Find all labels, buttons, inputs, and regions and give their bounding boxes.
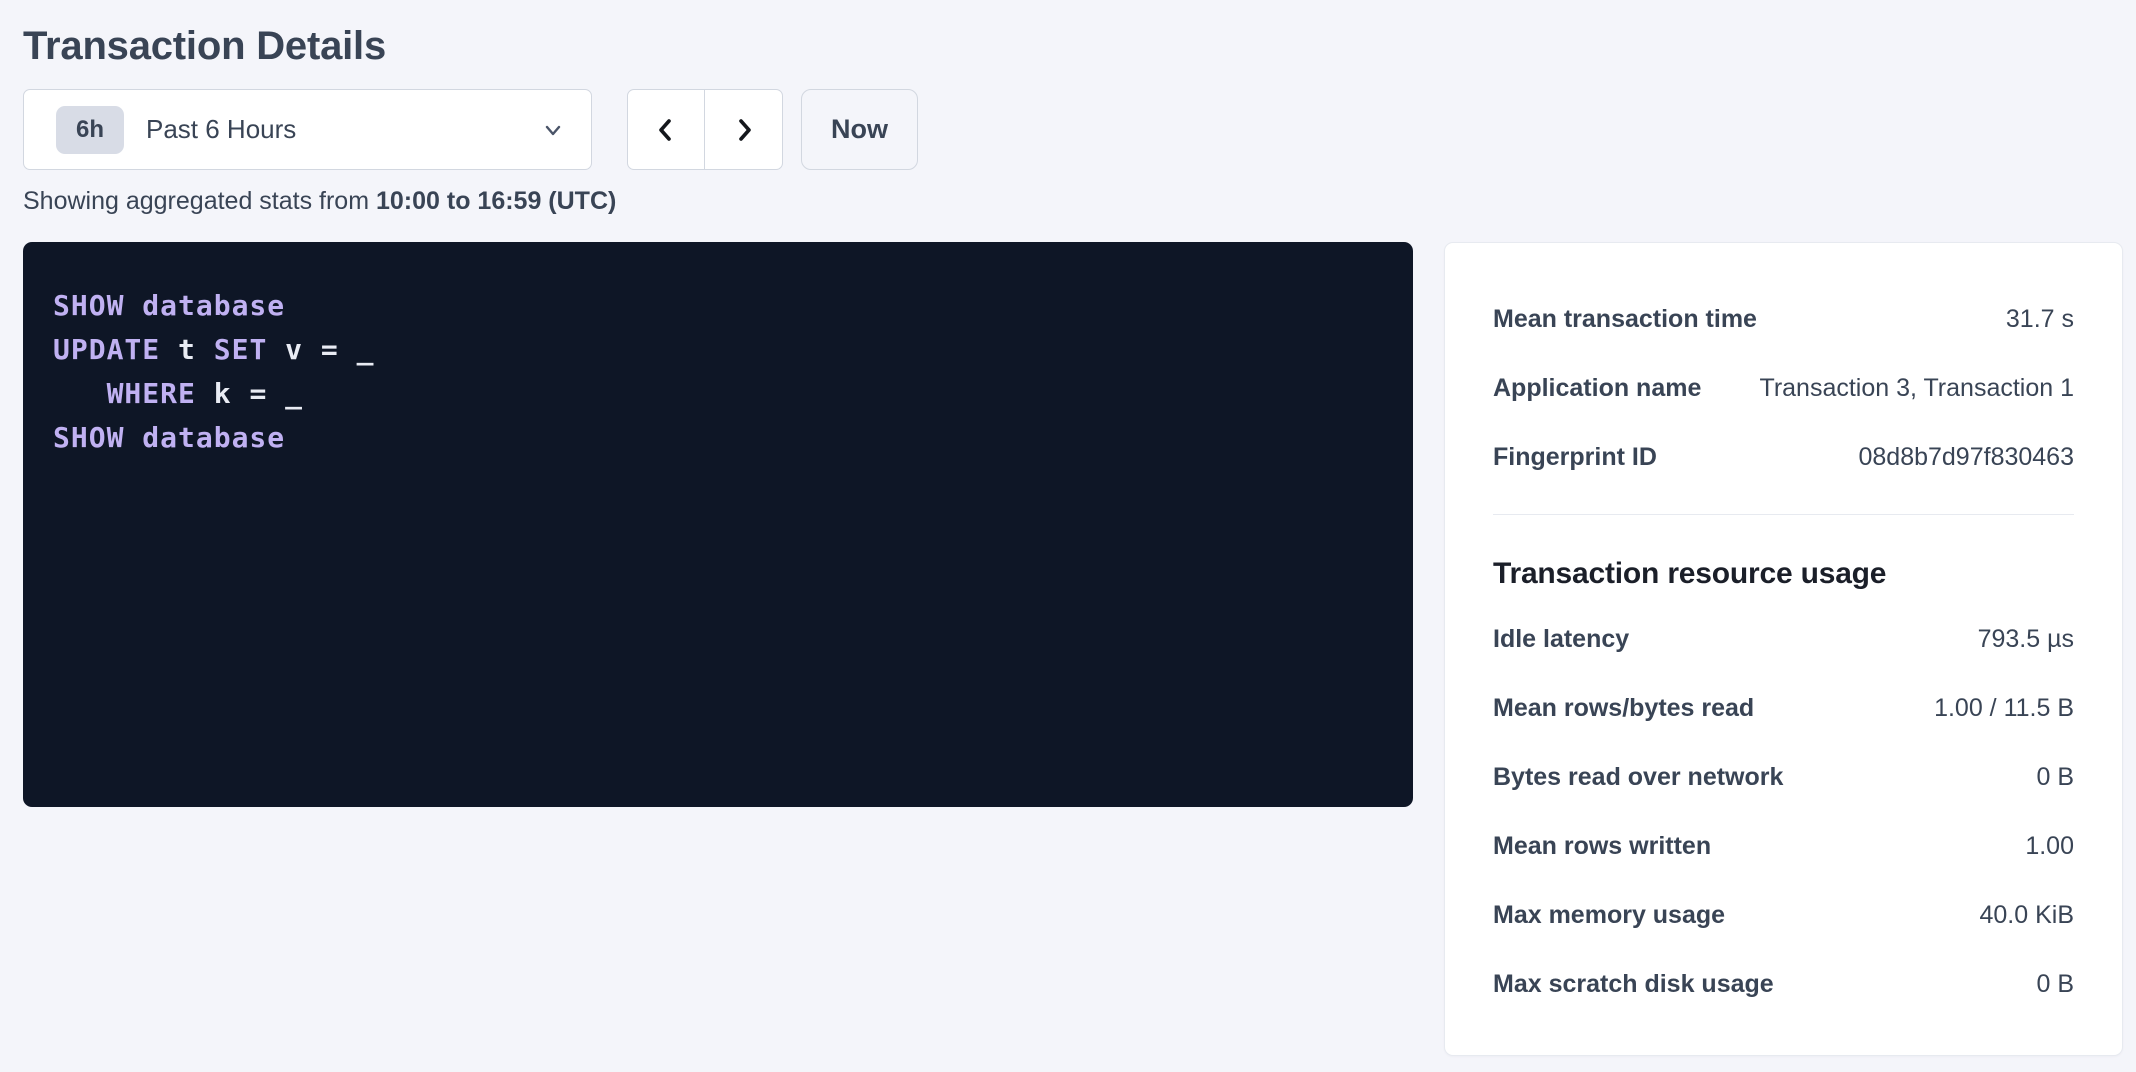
next-time-button[interactable] (705, 90, 782, 169)
chevron-right-icon (730, 116, 758, 144)
detail-label: Max memory usage (1493, 901, 1725, 930)
chevron-down-icon (541, 118, 565, 142)
detail-label: Fingerprint ID (1493, 443, 1657, 472)
time-toolbar: 6h Past 6 Hours Now (23, 89, 2123, 170)
detail-label: Max scratch disk usage (1493, 970, 1774, 999)
sql-code: SHOW databaseUPDATE t SET v = _ WHERE k … (53, 284, 1383, 460)
detail-value: Transaction 3, Transaction 1 (1759, 374, 2074, 403)
time-range-badge: 6h (56, 106, 124, 154)
sql-line: SHOW database (53, 416, 1383, 460)
summary-rows: Mean transaction time 31.7 s Application n… (1493, 285, 2074, 492)
detail-row: Max memory usage 40.0 KiB (1493, 881, 2074, 950)
chevron-left-icon (652, 116, 680, 144)
detail-row: Application name Transaction 3, Transacti… (1493, 354, 2074, 423)
main-content: SHOW databaseUPDATE t SET v = _ WHERE k … (23, 242, 2123, 1056)
aggregation-range-value: 10:00 to 16:59 (UTC) (376, 187, 616, 215)
now-button[interactable]: Now (801, 89, 918, 170)
detail-value: 1.00 (2025, 832, 2074, 861)
detail-row: Fingerprint ID 08d8b7d97f830463 (1493, 423, 2074, 492)
detail-row: Mean transaction time 31.7 s (1493, 285, 2074, 354)
prev-time-button[interactable] (628, 90, 705, 169)
transaction-details-card: Mean transaction time 31.7 s Application n… (1444, 242, 2123, 1056)
detail-value: 793.5 µs (1978, 625, 2074, 654)
card-divider (1493, 514, 2074, 515)
detail-label: Bytes read over network (1493, 763, 1783, 792)
detail-value: 40.0 KiB (1979, 901, 2074, 930)
aggregation-range-text: Showing aggregated stats from 10:00 to 1… (23, 187, 2123, 216)
detail-row: Max scratch disk usage 0 B (1493, 950, 2074, 1019)
resource-rows: Idle latency 793.5 µs Mean rows/bytes read… (1493, 605, 2074, 1019)
detail-value: 0 B (2036, 763, 2074, 792)
detail-row: Bytes read over network 0 B (1493, 743, 2074, 812)
page-title: Transaction Details (23, 24, 2123, 69)
detail-label: Mean rows written (1493, 832, 1711, 861)
time-range-label: Past 6 Hours (146, 114, 296, 145)
detail-value: 0 B (2036, 970, 2074, 999)
time-range-dropdown[interactable]: 6h Past 6 Hours (23, 89, 592, 170)
detail-label: Mean rows/bytes read (1493, 694, 1754, 723)
detail-value: 1.00 / 11.5 B (1934, 694, 2074, 723)
detail-label: Application name (1493, 374, 1701, 403)
detail-row: Idle latency 793.5 µs (1493, 605, 2074, 674)
time-nav-group (627, 89, 783, 170)
detail-row: Mean rows written 1.00 (1493, 812, 2074, 881)
sql-statement-box: SHOW databaseUPDATE t SET v = _ WHERE k … (23, 242, 1413, 807)
sql-line: UPDATE t SET v = _ (53, 328, 1383, 372)
detail-row: Mean rows/bytes read 1.00 / 11.5 B (1493, 674, 2074, 743)
detail-value: 31.7 s (2006, 305, 2074, 334)
sql-line: SHOW database (53, 284, 1383, 328)
resource-usage-heading: Transaction resource usage (1493, 557, 2074, 591)
transaction-details-page: Transaction Details 6h Past 6 Hours Now … (0, 0, 2136, 1072)
sql-line: WHERE k = _ (53, 372, 1383, 416)
detail-label: Idle latency (1493, 625, 1629, 654)
detail-value: 08d8b7d97f830463 (1858, 443, 2074, 472)
detail-label: Mean transaction time (1493, 305, 1757, 334)
aggregation-range-prefix: Showing aggregated stats from (23, 187, 376, 215)
